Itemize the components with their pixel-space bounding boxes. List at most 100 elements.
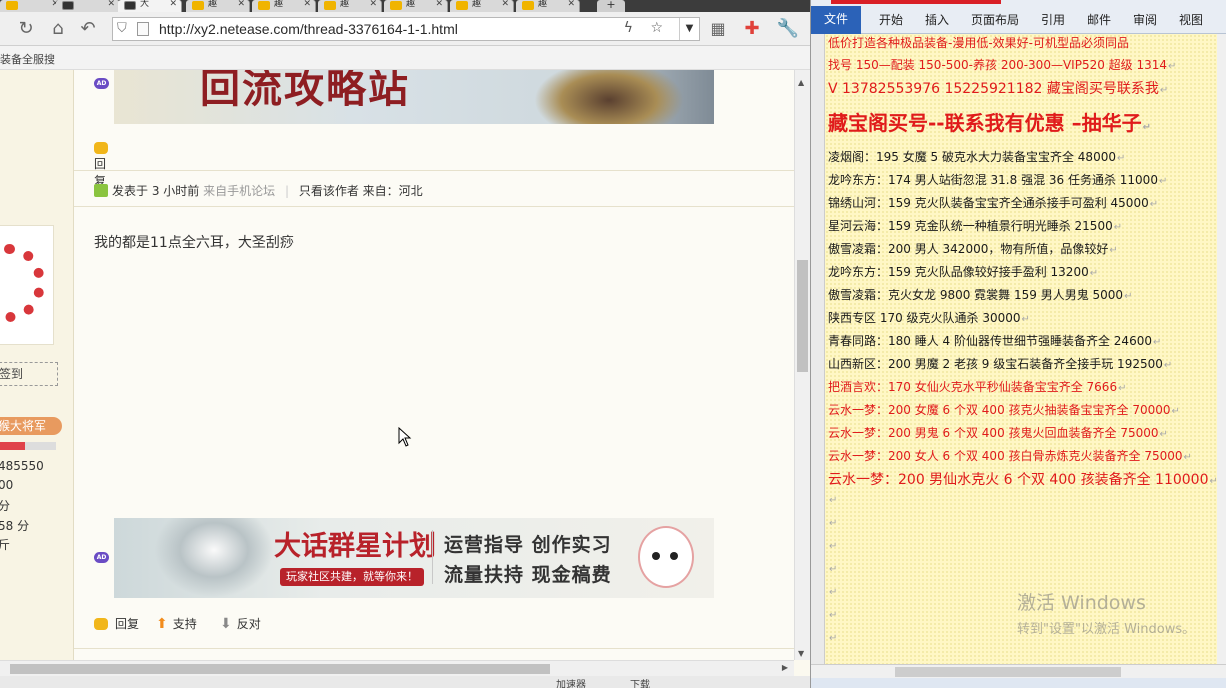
word-horizontal-scrollbar[interactable] xyxy=(811,664,1226,678)
new-tab-button[interactable]: + xyxy=(597,0,625,12)
post-actions: 回复 ⬆ 支持 ⬇ 反对 xyxy=(94,612,394,634)
close-icon[interactable]: ✕ xyxy=(303,0,311,9)
scroll-up-icon[interactable]: ▲ xyxy=(798,78,804,87)
browser-tab[interactable]: 大 ✕ xyxy=(118,0,182,12)
browser-window: ✕✕大✕趣✕趣✕趣✕趣✕趣✕趣✕+ ↻ ⌂ ↶ ⛉ http://xy2.net… xyxy=(0,0,810,688)
refresh-icon[interactable]: ↻ xyxy=(14,17,38,41)
browser-tab[interactable]: 趣 ✕ xyxy=(318,0,382,12)
scroll-thumb[interactable] xyxy=(895,667,1121,677)
browser-tab[interactable]: 趣 ✕ xyxy=(450,0,514,12)
oppose-button[interactable]: ⬇ 反对 xyxy=(220,615,261,632)
empty-paragraph: ↵ xyxy=(829,541,838,552)
browser-tab[interactable]: 趣 ✕ xyxy=(384,0,448,12)
doc-line: 锦绣山河：159 克火队装备宝宝齐全通杀接手可盈利 45000↵ xyxy=(828,196,1159,210)
tab-review[interactable]: 审阅 xyxy=(1133,11,1157,28)
scroll-right-icon[interactable]: ▶ xyxy=(782,663,788,672)
close-icon[interactable]: ✕ xyxy=(501,0,509,9)
browser-tab[interactable]: ✕ xyxy=(56,0,120,12)
reply-button[interactable]: 回复 xyxy=(94,615,139,632)
banner-ad-bottom[interactable]: 大话群星计划 玩家社区共建，就等你来！ 运营指导 创作实习 流量扶持 现金稿费 xyxy=(114,518,714,598)
accelerator-label[interactable]: 加速器 xyxy=(556,676,586,688)
tab-insert[interactable]: 插入 xyxy=(925,11,949,28)
tab-view[interactable]: 视图 xyxy=(1179,11,1203,28)
doc-line: 傲雪凌霜：200 男人 342000，物有所值，品像较好↵ xyxy=(828,242,1118,256)
divider xyxy=(74,206,794,207)
close-icon[interactable]: ✕ xyxy=(107,0,115,9)
document-page[interactable]: 低价打造各种极品装备-漫用低-效果好-可机型品必须同品 找号 150—配装 15… xyxy=(825,34,1217,664)
tools-icon[interactable]: 🔧 xyxy=(776,17,800,41)
tab-bar: ✕✕大✕趣✕趣✕趣✕趣✕趣✕趣✕+ xyxy=(0,0,810,12)
post-source[interactable]: 来自手机论坛 xyxy=(203,184,275,198)
download-label[interactable]: 下载 xyxy=(630,676,650,688)
grid-icon[interactable]: ▦ xyxy=(706,17,730,41)
page-icon xyxy=(6,1,18,10)
doc-line: 龙吟东方：159 克火队品像较好接手盈利 13200↵ xyxy=(828,265,1099,279)
vertical-scrollbar[interactable]: ▲ ▼ xyxy=(794,70,810,660)
tab-label: 趣 xyxy=(208,0,218,9)
tab-label: 趣 xyxy=(538,0,548,9)
close-icon[interactable]: ✕ xyxy=(369,0,377,9)
stat-value: 斤 xyxy=(0,538,11,552)
word-window: 文件 开始 插入 页面布局 引用 邮件 审阅 视图 低价打造各种极品装备-漫用低… xyxy=(810,0,1226,688)
home-icon[interactable]: ⌂ xyxy=(46,17,70,41)
watermark-subtitle: 转到"设置"以激活 Windows。 xyxy=(1017,622,1196,637)
doc-line: 藏宝阁买号--联系我有优惠 –抽华子↵ xyxy=(828,111,1151,135)
support-button[interactable]: ⬆ 支持 xyxy=(156,615,197,632)
close-icon[interactable]: ✕ xyxy=(237,0,245,9)
avatar[interactable] xyxy=(0,225,54,345)
address-bar[interactable]: ⛉ http://xy2.netease.com/thread-3376164-… xyxy=(112,17,700,41)
ad-badge: AD xyxy=(94,78,109,89)
doc-line: 陕西专区 170 级克火队通杀 30000↵ xyxy=(828,311,1030,325)
doc-line: 傲雪凌霜：克火女龙 9800 霓裳舞 159 男人男鬼 5000↵ xyxy=(828,288,1133,302)
browser-tab[interactable]: 趣 ✕ xyxy=(516,0,580,12)
close-icon[interactable]: ✕ xyxy=(435,0,443,9)
empty-paragraph: ↵ xyxy=(829,564,838,575)
banner-slogan: 运营指导 创作实习 xyxy=(444,534,612,556)
banner-ad-top[interactable]: 回流攻略站 xyxy=(114,70,714,124)
scroll-thumb[interactable] xyxy=(797,260,808,372)
tab-home[interactable]: 开始 xyxy=(879,11,903,28)
browser-tab[interactable]: ✕ xyxy=(0,0,64,12)
oppose-label: 反对 xyxy=(236,617,261,631)
separator: | xyxy=(284,184,289,198)
watermark-title: 激活 Windows xyxy=(1017,592,1146,614)
tab-file[interactable]: 文件 xyxy=(811,6,861,34)
browser-tab[interactable]: 趣 ✕ xyxy=(252,0,316,12)
gamepad-icon[interactable]: ✚ xyxy=(740,17,764,41)
empty-paragraph: ↵ xyxy=(829,633,838,644)
browser-tab[interactable]: 趣 ✕ xyxy=(186,0,250,12)
tab-page-layout[interactable]: 页面布局 xyxy=(971,11,1019,28)
chevron-down-icon[interactable]: ▼ xyxy=(679,18,699,40)
thread-area: AD 回流攻略站 回复 发表于 3 小时前 来自手机论坛 | 只看该作者 来自：… xyxy=(74,70,794,660)
close-icon[interactable]: ✕ xyxy=(567,0,575,9)
post-meta: 发表于 3 小时前 来自手机论坛 | 只看该作者 来自：河北 xyxy=(94,182,423,199)
bookmark-item[interactable]: 装备全服搜 xyxy=(0,51,55,67)
star-icon[interactable]: ☆ xyxy=(650,20,663,36)
doc-line: 把酒言欢：170 女仙火克水平秒仙装备宝宝齐全 7666↵ xyxy=(828,380,1127,394)
url-text[interactable]: http://xy2.netease.com/thread-3376164-1-… xyxy=(159,21,458,37)
tab-mailings[interactable]: 邮件 xyxy=(1087,11,1111,28)
empty-paragraph: ↵ xyxy=(829,518,838,529)
favicon-icon xyxy=(390,1,402,10)
post-body: 我的都是11点全六耳，大圣刮痧 xyxy=(94,235,294,251)
word-vertical-scrollbar[interactable] xyxy=(1217,34,1226,664)
scroll-down-icon[interactable]: ▼ xyxy=(798,649,804,658)
undo-icon[interactable]: ↶ xyxy=(76,17,100,41)
banner-title: 回流攻略站 xyxy=(200,70,410,112)
signin-button[interactable]: 签到 xyxy=(0,362,58,386)
doc-line: V 13782553976 15225921182 藏宝阁买号联系我↵ xyxy=(828,81,1169,97)
stat-value: 485550 xyxy=(0,459,44,473)
lightning-icon[interactable]: ϟ xyxy=(624,20,633,36)
divider xyxy=(74,648,794,649)
tab-label: 大 xyxy=(140,0,150,9)
banner-slogan: 流量扶持 现金稿费 xyxy=(444,564,612,586)
only-author-link[interactable]: 只看该作者 xyxy=(299,184,359,198)
horizontal-scrollbar[interactable]: ▶ xyxy=(0,660,794,676)
scroll-thumb[interactable] xyxy=(10,664,550,674)
divider xyxy=(74,170,794,171)
reply-icon xyxy=(94,618,108,630)
favicon-icon xyxy=(456,1,468,10)
close-icon[interactable]: ✕ xyxy=(169,0,177,9)
tab-references[interactable]: 引用 xyxy=(1041,11,1065,28)
banner-divider xyxy=(432,530,433,584)
